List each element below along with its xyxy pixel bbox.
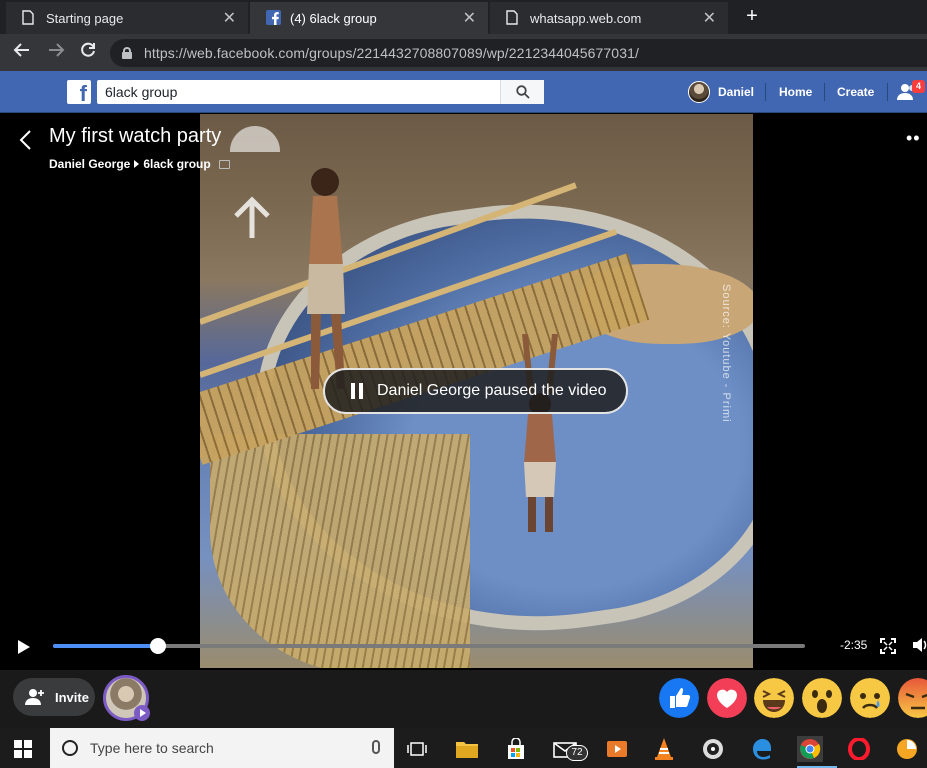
chevron-left-icon[interactable] — [16, 128, 36, 152]
seek-progress — [53, 644, 159, 648]
create-link[interactable]: Create — [837, 71, 874, 113]
more-options-icon[interactable]: •• — [906, 128, 921, 149]
store-icon[interactable] — [503, 736, 529, 762]
video-child-graphic — [522, 334, 558, 532]
profile-link[interactable]: Daniel — [688, 71, 754, 113]
watch-party-player[interactable]: Source: Youtube - Primi My first watch p… — [0, 114, 927, 670]
media-player-icon[interactable] — [604, 736, 630, 762]
seek-knob[interactable] — [150, 638, 167, 654]
vlc-icon[interactable] — [651, 736, 677, 762]
watch-party-bottom-bar: Invite — [0, 670, 927, 728]
forward-arrow-icon[interactable] — [44, 41, 68, 65]
close-icon[interactable]: ✕ — [223, 8, 236, 28]
haha-reaction-icon[interactable] — [754, 678, 794, 718]
tab-title: Starting page — [46, 10, 124, 26]
reload-icon[interactable] — [76, 41, 100, 65]
avatar — [688, 81, 710, 103]
host-name-link[interactable]: Daniel George — [49, 157, 130, 171]
divider — [824, 83, 825, 101]
player-controls: -2:35 — [0, 630, 927, 670]
omnibox[interactable]: https://web.facebook.com/groups/22144327… — [110, 39, 927, 67]
page-icon — [506, 10, 520, 26]
facebook-logo-icon[interactable]: f — [67, 80, 91, 104]
video-person-graphic — [307, 168, 345, 389]
tab-title: whatsapp.web.com — [530, 10, 642, 26]
wow-reaction-icon[interactable] — [802, 678, 842, 718]
app-icon[interactable] — [700, 736, 726, 762]
angry-reaction-icon[interactable] — [898, 678, 927, 718]
player-top-bar: My first watch party Daniel George 6lack… — [0, 114, 927, 184]
facebook-icon — [266, 10, 281, 26]
love-reaction-icon[interactable] — [707, 678, 747, 718]
video-watermark: Source: Youtube - Primi — [720, 284, 732, 423]
group-name-link[interactable]: 6lack group — [143, 157, 210, 171]
lock-icon — [122, 47, 132, 59]
microphone-icon[interactable] — [372, 740, 380, 754]
notification-badge: 4 — [912, 80, 925, 93]
play-badge-icon — [134, 705, 150, 721]
file-explorer-icon[interactable] — [454, 736, 480, 762]
browser-tab-strip: Starting page ✕ (4) 6lack group ✕ whatsa… — [0, 0, 927, 34]
watch-party-title: My first watch party — [49, 125, 222, 147]
divider — [765, 83, 766, 101]
up-arrow-icon — [234, 196, 270, 238]
url-text: https://web.facebook.com/groups/22144327… — [144, 45, 639, 61]
mail-unread-badge: 72 — [566, 745, 588, 761]
opera-icon[interactable] — [846, 736, 872, 762]
address-bar-row: https://web.facebook.com/groups/22144327… — [0, 34, 927, 71]
back-arrow-icon[interactable] — [10, 41, 34, 65]
paused-status-text: Daniel George paused the video — [377, 382, 607, 399]
search-input[interactable] — [97, 80, 500, 104]
new-tab-button[interactable]: + — [740, 5, 764, 29]
like-reaction-icon[interactable] — [659, 678, 699, 718]
triangle-right-icon — [134, 160, 140, 168]
edge-icon[interactable] — [749, 736, 775, 762]
home-link[interactable]: Home — [779, 71, 812, 113]
close-icon[interactable]: ✕ — [463, 8, 476, 28]
invite-label: Invite — [55, 689, 89, 705]
seek-bar[interactable] — [53, 638, 805, 654]
task-view-icon[interactable] — [404, 736, 430, 762]
divider — [887, 83, 888, 101]
cortana-icon — [62, 740, 78, 756]
chrome-icon[interactable] — [797, 736, 823, 762]
add-person-icon — [25, 689, 44, 705]
app-icon[interactable] — [894, 736, 920, 762]
group-icon — [218, 159, 230, 169]
taskbar-search-placeholder: Type here to search — [90, 740, 214, 756]
search-icon — [515, 85, 530, 99]
tab-starting-page[interactable]: Starting page ✕ — [6, 2, 248, 34]
invite-button[interactable]: Invite — [13, 678, 95, 716]
tab-title: (4) 6lack group — [290, 10, 377, 26]
page-icon — [22, 10, 36, 26]
time-remaining: -2:35 — [840, 638, 868, 652]
search-button[interactable] — [500, 80, 544, 104]
windows-taskbar: Type here to search — [0, 728, 927, 768]
close-icon[interactable]: ✕ — [703, 8, 716, 28]
user-name: Daniel — [718, 85, 755, 99]
taskbar-search[interactable]: Type here to search — [50, 728, 394, 768]
viewer-avatar[interactable] — [103, 675, 150, 721]
tab-6lack-group[interactable]: (4) 6lack group ✕ — [250, 2, 488, 34]
windows-start-icon[interactable] — [14, 740, 32, 758]
watch-party-byline: Daniel George 6lack group — [49, 157, 230, 171]
volume-icon[interactable] — [913, 637, 927, 653]
tab-whatsapp[interactable]: whatsapp.web.com ✕ — [490, 2, 728, 34]
pause-icon — [351, 383, 363, 399]
fullscreen-icon[interactable] — [880, 638, 896, 654]
sad-reaction-icon[interactable] — [850, 678, 890, 718]
facebook-search — [97, 80, 544, 104]
paused-status-pill: Daniel George paused the video — [323, 368, 628, 414]
play-icon[interactable] — [18, 640, 30, 654]
facebook-header: f Daniel Home Create — [0, 71, 927, 113]
